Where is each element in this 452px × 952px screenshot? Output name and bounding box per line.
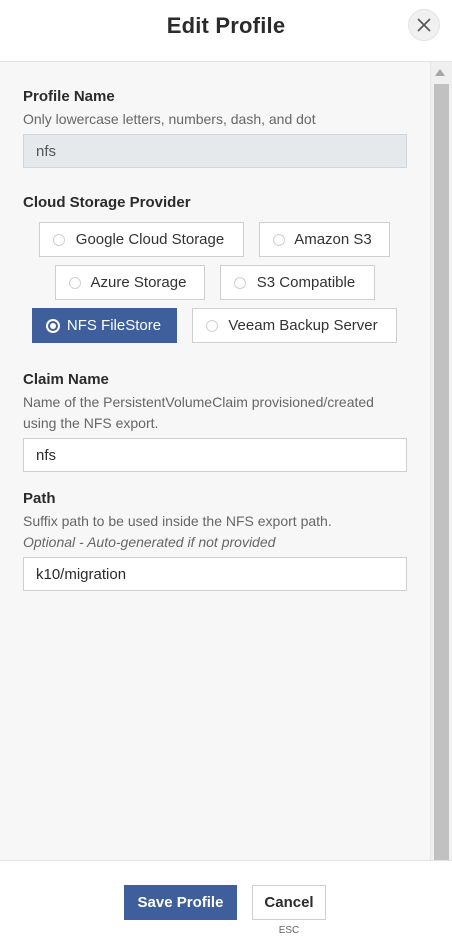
profile-name-label: Profile Name (23, 88, 115, 105)
radio-circle-icon (69, 276, 81, 289)
path-label: Path (23, 490, 56, 507)
radio-circle-icon (273, 233, 285, 246)
radio-selected-icon (46, 318, 60, 333)
claim-name-field[interactable]: nfs (23, 438, 407, 472)
save-profile-button[interactable]: Save Profile (124, 885, 237, 920)
radio-circle-icon (234, 276, 246, 289)
close-icon (417, 18, 431, 32)
cancel-button[interactable]: Cancel (252, 885, 326, 920)
scroll-up-arrow-icon[interactable] (435, 69, 445, 76)
dialog-footer: Save Profile Cancel ESC (0, 860, 452, 952)
profile-name-field[interactable]: nfs (23, 134, 407, 168)
radio-circle-icon (53, 233, 65, 246)
page-title: Edit Profile (166, 13, 286, 38)
close-button[interactable] (408, 9, 440, 41)
esc-shortcut-hint: ESC (278, 925, 300, 936)
provider-option-azure-storage[interactable]: Azure Storage (55, 265, 205, 300)
provider-option-s3-compatible[interactable]: S3 Compatible (220, 265, 375, 300)
claim-name-hint-line2: using the NFS export. (23, 415, 159, 431)
claim-name-label: Claim Name (23, 371, 109, 388)
claim-name-hint-line1: Name of the PersistentVolumeClaim provis… (23, 394, 374, 410)
path-hint: Suffix path to be used inside the NFS ex… (23, 513, 332, 529)
provider-option-veeam-backup-server[interactable]: Veeam Backup Server (192, 308, 397, 343)
provider-option-google-cloud-storage[interactable]: Google Cloud Storage (39, 222, 244, 257)
provider-option-amazon-s3[interactable]: Amazon S3 (259, 222, 390, 257)
form-panel: Profile Name Only lowercase letters, num… (0, 62, 430, 860)
vertical-scrollbar[interactable] (430, 62, 452, 860)
path-optional-hint: Optional - Auto-generated if not provide… (23, 534, 276, 550)
dialog-header: Edit Profile (0, 0, 452, 62)
path-field[interactable]: k10/migration (23, 557, 407, 591)
radio-circle-icon (206, 319, 218, 332)
scrollbar-thumb[interactable] (434, 84, 449, 860)
provider-option-nfs-filestore[interactable]: NFS FileStore (32, 308, 177, 343)
cloud-storage-provider-label: Cloud Storage Provider (23, 194, 191, 211)
profile-name-hint: Only lowercase letters, numbers, dash, a… (23, 111, 316, 127)
